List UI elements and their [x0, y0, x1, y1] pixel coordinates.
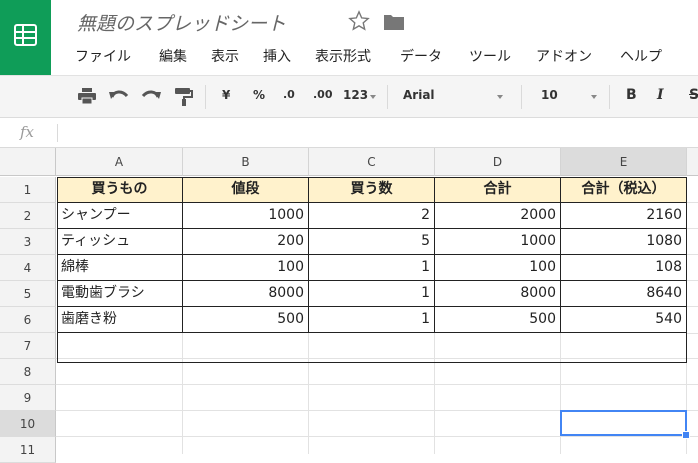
menu-tools[interactable]: ツール	[469, 46, 511, 66]
menu-format[interactable]: 表示形式	[315, 46, 371, 66]
table-cell[interactable]: 5	[309, 229, 435, 255]
percent-button[interactable]: %	[253, 88, 265, 102]
chevron-down-icon	[591, 95, 597, 99]
star-icon[interactable]	[348, 10, 370, 32]
sheets-logo[interactable]	[0, 0, 51, 75]
column-header-e[interactable]: E	[561, 148, 687, 176]
table-cell[interactable]: 200	[183, 229, 309, 255]
folder-icon[interactable]	[383, 13, 405, 31]
column-header-f[interactable]	[687, 148, 698, 176]
currency-button[interactable]: ¥	[222, 88, 230, 102]
toolbar-divider	[205, 85, 206, 109]
menu-edit[interactable]: 編集	[159, 46, 187, 66]
row-header-3[interactable]: 3	[0, 229, 56, 255]
chevron-down-icon	[497, 95, 503, 99]
document-title[interactable]: 無題のスプレッドシート	[77, 9, 286, 36]
row-header-11[interactable]: 11	[0, 437, 56, 463]
sheets-grid-icon	[14, 24, 37, 46]
table-cell[interactable]: 2	[309, 203, 435, 229]
table-cell[interactable]: 500	[183, 307, 309, 333]
table-cell[interactable]: 100	[435, 255, 561, 281]
menu-help[interactable]: ヘルプ	[620, 46, 662, 66]
formula-bar: fx	[0, 118, 698, 148]
table-cell[interactable]: 歯磨き粉	[57, 307, 183, 333]
table-cell[interactable]: 1	[309, 255, 435, 281]
print-icon[interactable]	[78, 88, 96, 104]
gridlines	[687, 202, 698, 307]
app-header: 無題のスプレッドシート ファイル 編集 表示 挿入 表示形式 データ ツール ア…	[0, 0, 698, 75]
row-header-9[interactable]: 9	[0, 385, 56, 411]
decrease-decimals-button[interactable]: .0	[283, 88, 295, 101]
selected-cell-e10[interactable]	[560, 410, 687, 436]
table-cell[interactable]: 綿棒	[57, 255, 183, 281]
row-header-8[interactable]: 8	[0, 359, 56, 385]
row-header-6[interactable]: 6	[0, 307, 56, 333]
column-f-cells[interactable]	[687, 177, 698, 334]
row-header-2[interactable]: 2	[0, 203, 56, 229]
table-cell[interactable]: ティッシュ	[57, 229, 183, 255]
table-cell[interactable]: 2160	[561, 203, 687, 229]
toolbar-divider	[387, 85, 388, 109]
cell-d1-total-header[interactable]: 合計	[435, 177, 561, 203]
fill-handle[interactable]	[682, 431, 690, 439]
table-cell[interactable]: 1000	[435, 229, 561, 255]
menu-file[interactable]: ファイル	[75, 46, 131, 66]
menu-addons[interactable]: アドオン	[536, 46, 592, 66]
more-formats-button[interactable]: 123	[343, 88, 368, 102]
toolbar-divider	[521, 85, 522, 109]
menu-insert[interactable]: 挿入	[263, 46, 291, 66]
row-header-10[interactable]: 10	[0, 411, 56, 437]
table-cell[interactable]: 100	[183, 255, 309, 281]
table-cell[interactable]: 8640	[561, 281, 687, 307]
cell-b1-price-header[interactable]: 値段	[183, 177, 309, 203]
cell-c1-quantity-header[interactable]: 買う数	[309, 177, 435, 203]
row-header-4[interactable]: 4	[0, 255, 56, 281]
paint-format-icon[interactable]	[175, 88, 193, 106]
column-header-d[interactable]: D	[435, 148, 561, 176]
table-cell[interactable]: 500	[435, 307, 561, 333]
font-family-select[interactable]: Arial	[403, 88, 435, 102]
table-cell[interactable]: 1000	[183, 203, 309, 229]
strikethrough-button[interactable]: S	[689, 87, 698, 103]
select-all-corner[interactable]	[0, 148, 56, 176]
chevron-down-icon	[370, 95, 376, 99]
table-cell[interactable]: 1080	[561, 229, 687, 255]
table-cell[interactable]: 1	[309, 281, 435, 307]
italic-button[interactable]: I	[657, 87, 664, 103]
table-cell[interactable]: 1	[309, 307, 435, 333]
formula-input[interactable]	[64, 124, 684, 142]
font-size-select[interactable]: 10	[541, 88, 558, 102]
cell-e1-total-tax-header[interactable]: 合計（税込）	[561, 177, 687, 203]
table-cell[interactable]: シャンプー	[57, 203, 183, 229]
column-header-a[interactable]: A	[56, 148, 183, 176]
table-cell[interactable]: 電動歯ブラシ	[57, 281, 183, 307]
column-header-c[interactable]: C	[309, 148, 435, 176]
toolbar: ¥ % .0 .00 123 Arial 10 B I S	[0, 75, 698, 118]
increase-decimals-button[interactable]: .00	[313, 88, 333, 101]
menu-view[interactable]: 表示	[211, 46, 239, 66]
redo-icon[interactable]	[141, 88, 161, 104]
table-cell[interactable]: 108	[561, 255, 687, 281]
row-header-7[interactable]: 7	[0, 333, 56, 359]
toolbar-divider	[609, 85, 610, 109]
table-cell[interactable]: 2000	[435, 203, 561, 229]
table-cell[interactable]: 8000	[183, 281, 309, 307]
bold-button[interactable]: B	[626, 87, 637, 103]
formula-divider	[57, 124, 58, 142]
fx-icon: fx	[20, 123, 35, 141]
column-header-b[interactable]: B	[183, 148, 309, 176]
row-header-1[interactable]: 1	[0, 177, 56, 203]
table-cell[interactable]: 8000	[435, 281, 561, 307]
sheet-grid: A B C D E 1 2 3 4 5 6 7 8 9 10 11 買うもの 値…	[0, 148, 698, 463]
row-header-5[interactable]: 5	[0, 281, 56, 307]
undo-icon[interactable]	[109, 88, 129, 104]
cell-a1-item-header[interactable]: 買うもの	[57, 177, 183, 203]
table-cell[interactable]: 540	[561, 307, 687, 333]
menu-data[interactable]: データ	[400, 46, 442, 66]
